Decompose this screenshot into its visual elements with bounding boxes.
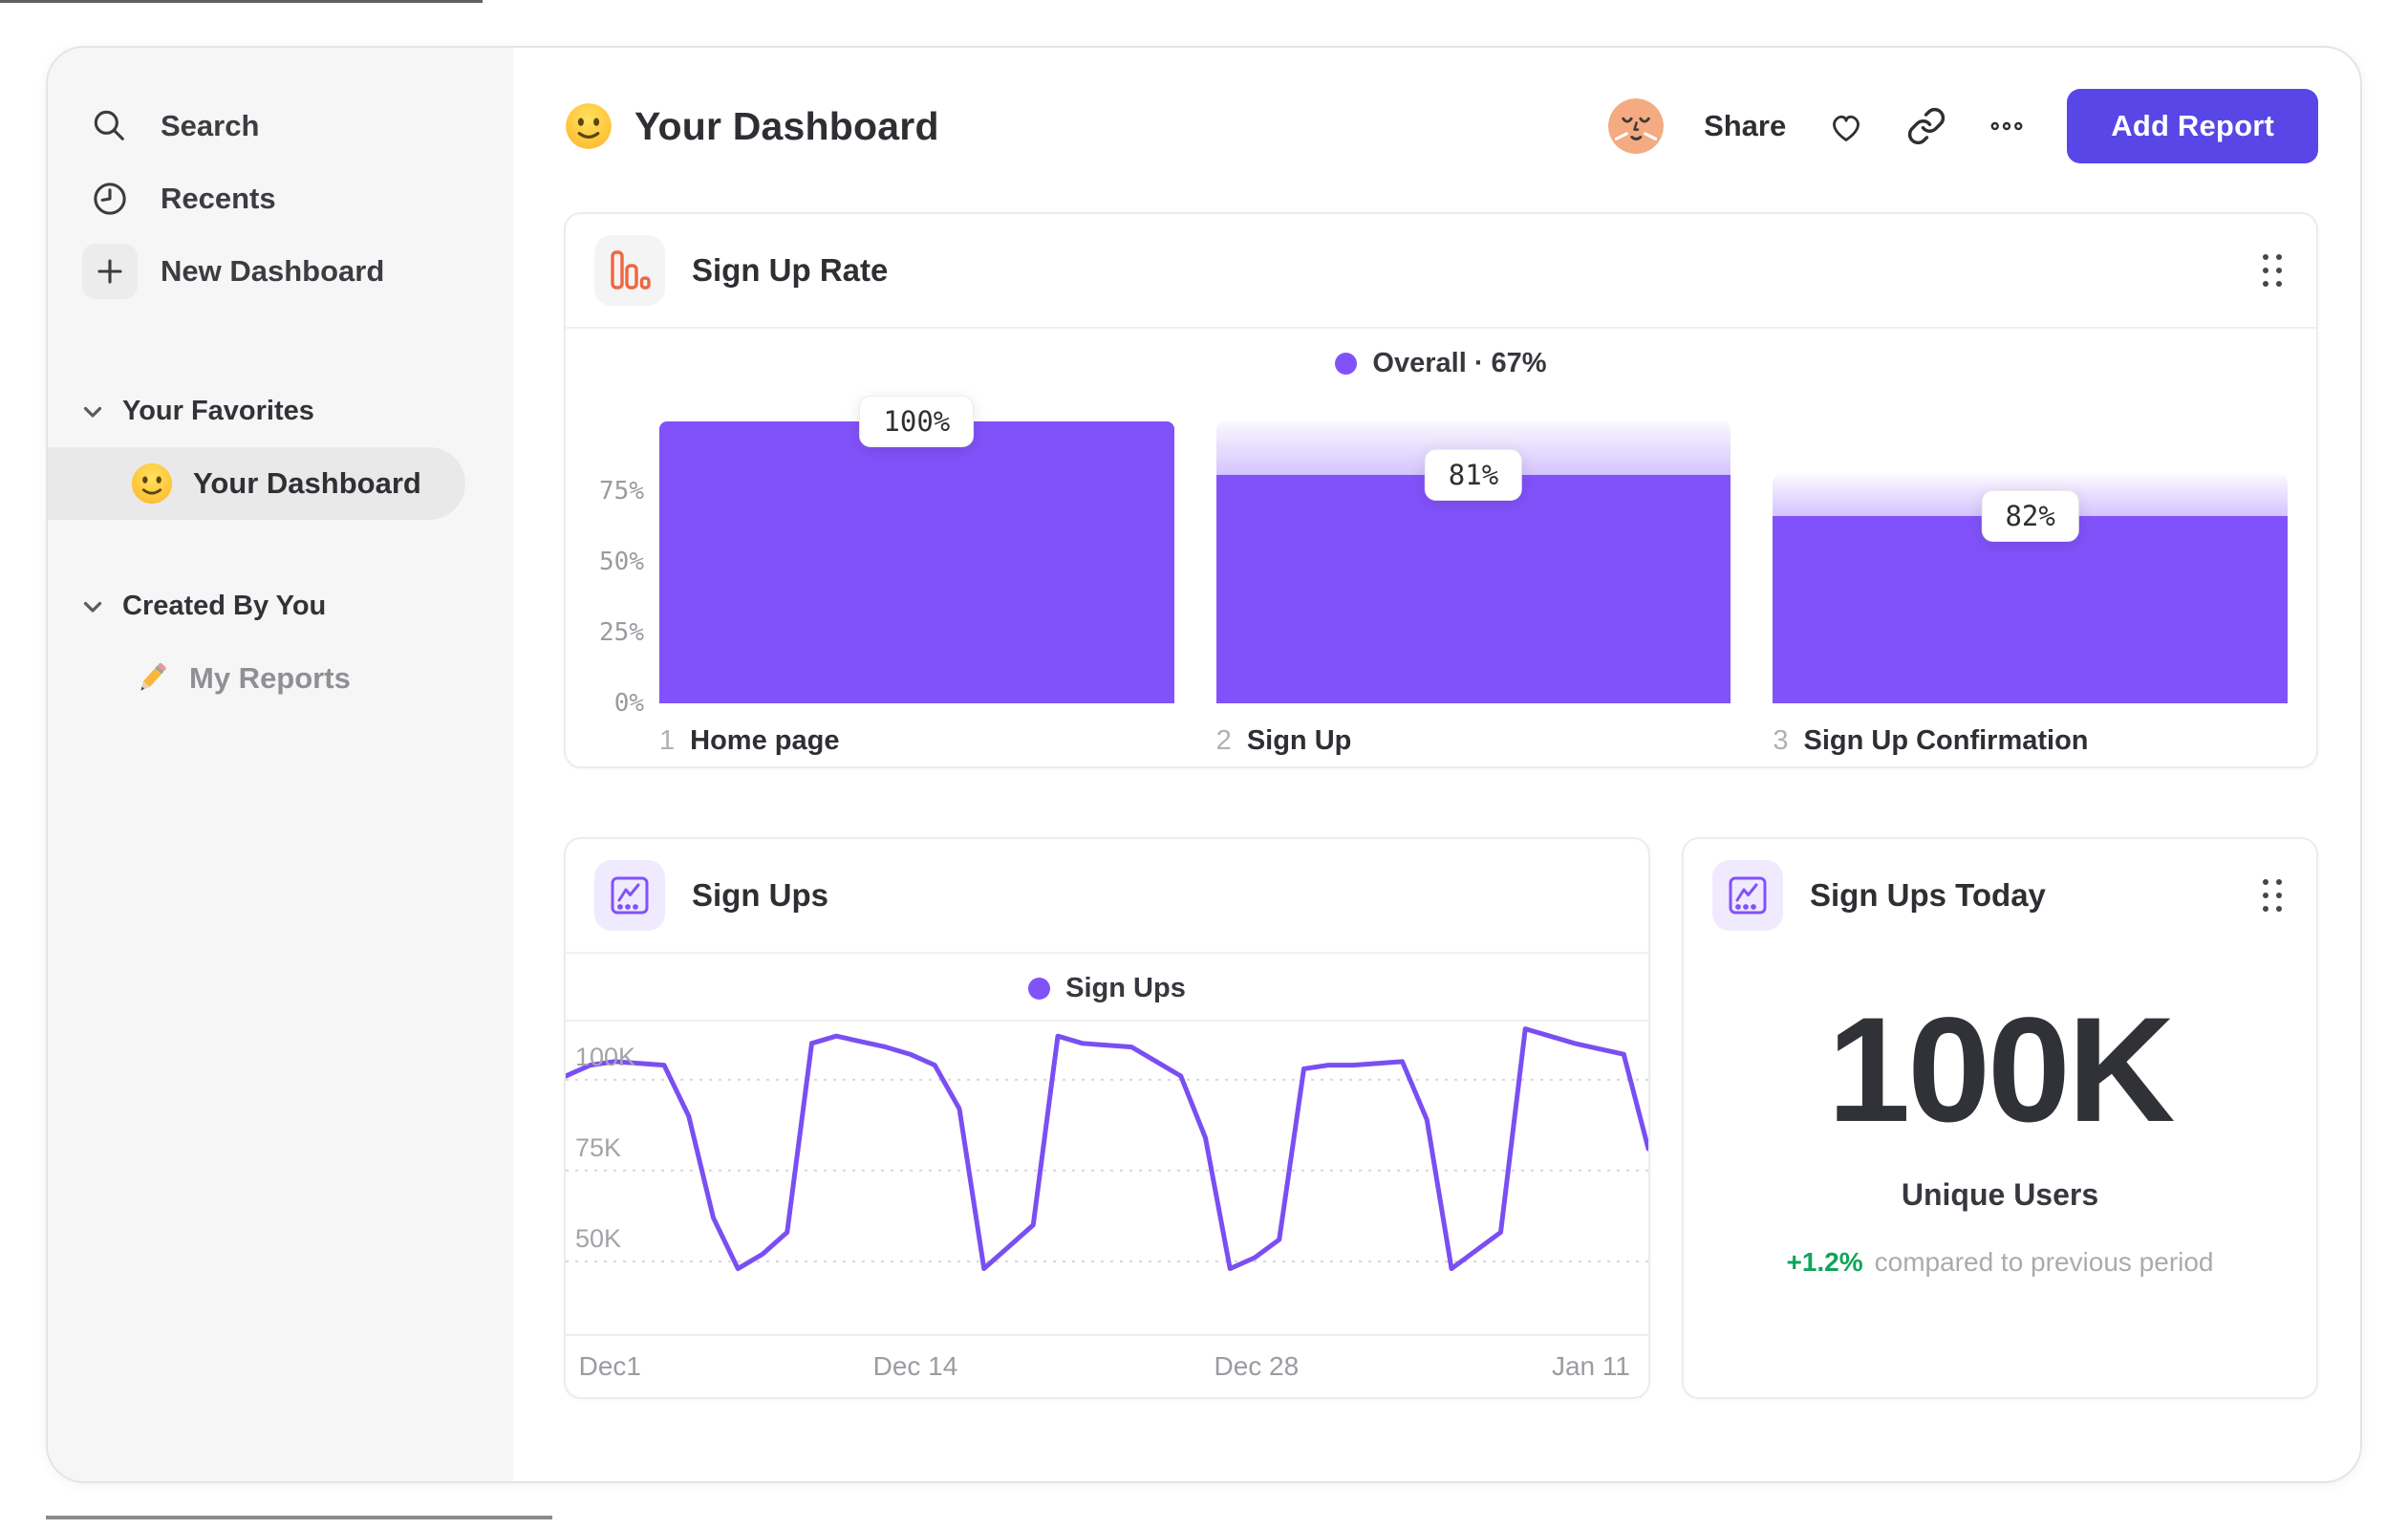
y-tick-label: 100K: [575, 1042, 636, 1071]
copy-link-icon[interactable]: [1906, 106, 1946, 146]
more-options-icon[interactable]: [1987, 106, 2027, 146]
sidebar-item-label: Search: [161, 109, 260, 142]
header-actions: Share Add Report: [1608, 89, 2318, 163]
metric-label: Unique Users: [1901, 1177, 2099, 1212]
funnel-x-labels: 1 Home page 2 Sign Up 3 Sign Up Confirmation: [659, 703, 2288, 757]
card-title: Sign Up Rate: [692, 252, 889, 288]
metric-delta: +1.2%: [1786, 1247, 1863, 1277]
card-title: Sign Ups: [692, 877, 829, 913]
sidebar-section-title: Created By You: [122, 590, 327, 621]
funnel-step-label: 1 Home page: [659, 725, 840, 756]
metric-delta-row: +1.2% compared to previous period: [1786, 1247, 2213, 1278]
line-legend: Sign Ups: [566, 954, 1648, 1020]
sidebar-section-your-favorites[interactable]: Your Favorites: [78, 388, 484, 434]
app-window: Search Recents New Dashboard Your Favori: [46, 46, 2362, 1483]
page-header: Your Dashboard Share Add Report: [564, 86, 2318, 166]
funnel-bar: 81%: [1215, 398, 1731, 703]
drag-handle-icon[interactable]: [2257, 248, 2288, 292]
metric-body: 100K Unique Users +1.2% compared to prev…: [1684, 952, 2316, 1278]
signup-rate-card: Sign Up Rate Overall · 67% 75% 50% 25% 0% 1…: [564, 212, 2318, 768]
funnel-step-label: 3 Sign Up Confirmation: [1773, 725, 2089, 756]
x-tick-label: Dec 14: [872, 1351, 958, 1381]
funnel-columns: 100% 81% 82%: [659, 395, 2289, 703]
legend-label: Overall · 67%: [1372, 348, 1547, 378]
x-tick-label: Jan 11: [1551, 1351, 1630, 1381]
funnel-bar: 100%: [659, 395, 1174, 703]
screenshot-artifact-top: [0, 0, 483, 3]
smiley-emoji-icon: [131, 463, 173, 505]
share-button[interactable]: Share: [1704, 109, 1786, 143]
page-title-group: Your Dashboard: [564, 101, 939, 151]
card-title: Sign Ups Today: [1810, 877, 2046, 913]
add-report-button[interactable]: Add Report: [2067, 89, 2318, 163]
sidebar: Search Recents New Dashboard Your Favori: [48, 48, 513, 1481]
search-icon: [82, 98, 138, 154]
sidebar-section-title: Your Favorites: [122, 395, 314, 426]
smiley-emoji-icon: [566, 103, 612, 149]
y-tick-label: 50%: [599, 548, 644, 577]
funnel-step-label: 2 Sign Up: [1215, 725, 1352, 756]
clock-icon: [82, 171, 138, 226]
sidebar-item-my-reports[interactable]: My Reports: [130, 650, 484, 707]
sign-ups-today-card-header: Sign Ups Today: [1684, 839, 2316, 952]
legend-label: Sign Ups: [1065, 973, 1186, 1003]
legend-dot: [1028, 978, 1051, 1000]
sidebar-section-created-by-you[interactable]: Created By You: [78, 583, 484, 629]
sidebar-item-label: My Reports: [189, 661, 351, 695]
drag-handle-icon[interactable]: [2257, 873, 2288, 917]
avatar[interactable]: [1608, 98, 1665, 154]
page-title: Your Dashboard: [634, 103, 939, 148]
chevron-down-icon: [83, 406, 102, 418]
sidebar-item-label: New Dashboard: [161, 254, 385, 288]
funnel-bar: 82%: [1773, 398, 2289, 703]
sidebar-item-new-dashboard[interactable]: New Dashboard: [76, 235, 484, 308]
y-tick-label: 75%: [599, 477, 644, 506]
sign-ups-card: Sign Ups Sign Ups 100K 75K 50K Dec1 Dec 14 D…: [564, 837, 1650, 1399]
sidebar-item-label: Your Dashboard: [193, 466, 421, 500]
sign-ups-card-header: Sign Ups: [566, 839, 1648, 952]
x-tick-label: Dec 28: [1214, 1351, 1300, 1381]
y-tick-label: 50K: [575, 1223, 622, 1253]
sign-ups-today-card: Sign Ups Today 100K Unique Users +1.2% c…: [1682, 837, 2318, 1399]
chevron-down-icon: [83, 601, 102, 613]
y-tick-label: 0%: [613, 689, 644, 718]
signup-rate-card-header: Sign Up Rate: [566, 214, 2316, 327]
funnel-value-label: 82%: [1981, 489, 2079, 542]
sidebar-item-your-dashboard[interactable]: Your Dashboard: [48, 447, 465, 520]
y-tick-label: 25%: [599, 618, 644, 648]
sidebar-item-label: Recents: [161, 182, 276, 215]
line-x-labels: Dec1 Dec 14 Dec 28 Jan 11: [566, 1336, 1648, 1397]
screenshot-artifact-bottom: [46, 1516, 552, 1519]
funnel-y-axis: 75% 50% 25% 0%: [587, 398, 659, 718]
sidebar-item-recents[interactable]: Recents: [76, 162, 484, 235]
y-tick-label: 75K: [575, 1132, 622, 1162]
line-chart-icon: [1712, 860, 1783, 931]
cards-row: Sign Ups Sign Ups 100K 75K 50K Dec1 Dec 14 D…: [564, 837, 2318, 1399]
favorite-heart-icon[interactable]: [1826, 106, 1866, 146]
funnel-value-label: 100%: [859, 395, 975, 447]
line-plot: 100K 75K 50K: [566, 1022, 1648, 1336]
metric-delta-note: compared to previous period: [1874, 1247, 2214, 1277]
bar-chart-icon: [594, 235, 665, 306]
funnel-value-label: 81%: [1424, 448, 1523, 501]
metric-value: 100K: [1827, 987, 2176, 1153]
funnel-legend: Overall · 67%: [566, 329, 2316, 395]
x-tick-label: Dec1: [578, 1351, 641, 1381]
pencil-emoji-icon: [140, 662, 166, 691]
funnel-chart: 75% 50% 25% 0% 100% 81% 82% 1 Home page 2 Sign U…: [566, 395, 2316, 766]
sidebar-item-search[interactable]: Search: [76, 90, 484, 162]
main-content: Your Dashboard Share Add Report Sign Up …: [513, 48, 2360, 1481]
line-chart-icon: [594, 860, 665, 931]
plus-icon: [82, 244, 138, 299]
legend-dot: [1335, 353, 1358, 375]
